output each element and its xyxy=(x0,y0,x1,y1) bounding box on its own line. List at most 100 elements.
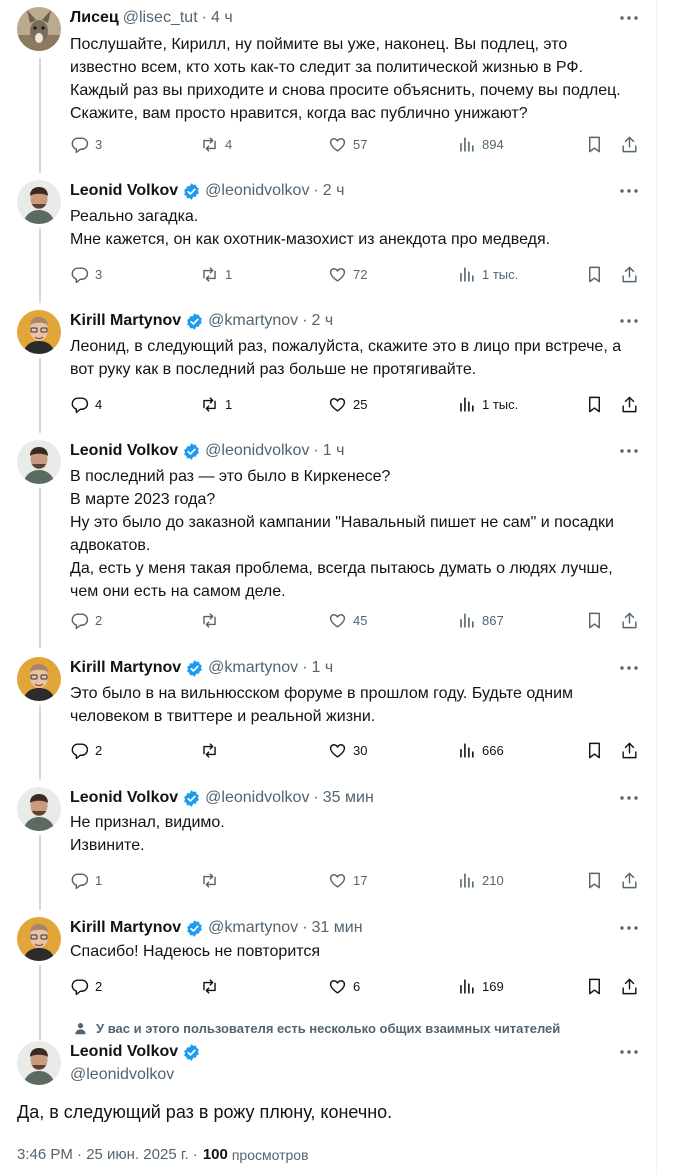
more-icon[interactable] xyxy=(617,1042,641,1062)
main-tweet-timestamp[interactable]: 3:46 PM · 25 июн. 2025 г. · xyxy=(17,1146,198,1163)
share-button[interactable] xyxy=(620,974,639,998)
bookmark-button[interactable] xyxy=(585,738,604,762)
reply-button[interactable]: 2 xyxy=(70,608,102,632)
bookmark-button[interactable] xyxy=(585,262,604,286)
reply-button[interactable]: 4 xyxy=(70,392,102,416)
views-button[interactable]: 210 xyxy=(457,868,504,892)
reply-button[interactable]: 2 xyxy=(70,738,102,762)
tweet-time[interactable]: 4 ч xyxy=(211,9,233,27)
author-handle[interactable]: @leonidvolkov xyxy=(205,442,309,460)
like-button[interactable]: 57 xyxy=(328,132,367,156)
separator-dot: · xyxy=(302,919,308,936)
retweet-button[interactable]: 1 xyxy=(200,262,232,286)
main-author-name[interactable]: Leonid Volkov xyxy=(70,1041,201,1063)
author-name[interactable]: Kirill Martynov xyxy=(70,919,181,937)
author-handle[interactable]: @leonidvolkov xyxy=(205,789,309,807)
author-handle[interactable]: @leonidvolkov xyxy=(205,182,309,200)
verified-badge-icon xyxy=(184,1043,200,1061)
more-icon[interactable] xyxy=(617,181,641,201)
more-icon[interactable] xyxy=(617,658,641,678)
views-icon xyxy=(460,872,474,888)
mutual-followers-text: У вас и этого пользователя есть нескольк… xyxy=(96,1020,561,1036)
conversation-column: Лисец @lisec_tut · 4 ч Послушайте, Кирил… xyxy=(0,0,657,1174)
avatar[interactable] xyxy=(17,180,61,224)
tweet-time[interactable]: 35 мин xyxy=(323,789,374,807)
bookmark-button[interactable] xyxy=(585,608,604,632)
tweet-text-line: адвокатов. xyxy=(70,537,151,554)
like-button[interactable]: 17 xyxy=(328,868,367,892)
reply-button[interactable]: 2 xyxy=(70,974,102,998)
tweet-time[interactable]: 1 ч xyxy=(323,442,345,460)
like-button[interactable]: 30 xyxy=(328,738,367,762)
tweet-time[interactable]: 1 ч xyxy=(312,659,334,677)
reply-button[interactable]: 1 xyxy=(70,868,102,892)
like-button[interactable]: 25 xyxy=(328,392,367,416)
views-button[interactable]: 169 xyxy=(457,974,504,998)
like-button[interactable]: 72 xyxy=(328,262,367,286)
views-button[interactable]: 1 тыс. xyxy=(457,262,518,286)
author-handle[interactable]: @kmartynov xyxy=(208,919,298,937)
author-name[interactable]: Kirill Martynov xyxy=(70,659,181,677)
avatar[interactable] xyxy=(17,657,61,701)
author-name[interactable]: Лисец xyxy=(70,9,119,27)
views-button[interactable]: 666 xyxy=(457,738,504,762)
bookmark-button[interactable] xyxy=(585,974,604,998)
author-name[interactable]: Leonid Volkov xyxy=(70,789,178,807)
tweet-time[interactable]: 31 мин xyxy=(312,919,363,937)
share-button[interactable] xyxy=(620,738,639,762)
like-button[interactable]: 45 xyxy=(328,608,367,632)
verified-badge-icon xyxy=(187,659,203,677)
bookmark-button[interactable] xyxy=(585,392,604,416)
views-button[interactable]: 867 xyxy=(457,608,504,632)
avatar[interactable] xyxy=(17,787,61,831)
tweet-text-line: Мне кажется, он как охотник-мазохист из … xyxy=(70,231,551,248)
more-icon[interactable] xyxy=(617,788,641,808)
tweet-time[interactable]: 2 ч xyxy=(323,182,345,200)
reply-icon xyxy=(71,612,89,629)
like-count: 25 xyxy=(353,396,368,412)
retweet-button[interactable] xyxy=(200,974,225,998)
avatar[interactable] xyxy=(17,310,61,354)
author-name[interactable]: Leonid Volkov xyxy=(70,1043,178,1061)
avatar[interactable] xyxy=(17,1041,61,1085)
tweet-text: В последний раз — это было в Киркенесе? … xyxy=(70,465,640,603)
more-icon[interactable] xyxy=(617,311,641,331)
avatar[interactable] xyxy=(17,440,61,484)
author-name[interactable]: Leonid Volkov xyxy=(70,182,178,200)
retweet-button[interactable]: 1 xyxy=(200,392,232,416)
reply-button[interactable]: 3 xyxy=(70,132,102,156)
avatar[interactable] xyxy=(17,917,61,961)
retweet-button[interactable] xyxy=(200,738,225,762)
share-button[interactable] xyxy=(620,262,639,286)
like-button[interactable]: 6 xyxy=(328,974,360,998)
author-handle[interactable]: @kmartynov xyxy=(208,659,298,677)
bookmark-button[interactable] xyxy=(585,132,604,156)
more-icon[interactable] xyxy=(617,918,641,938)
share-button[interactable] xyxy=(620,868,639,892)
more-icon[interactable] xyxy=(617,441,641,461)
share-button[interactable] xyxy=(620,132,639,156)
retweet-count: 1 xyxy=(225,396,233,412)
bookmark-button[interactable] xyxy=(585,868,604,892)
retweet-button[interactable] xyxy=(200,868,225,892)
author-handle[interactable]: @kmartynov xyxy=(208,312,298,330)
views-icon xyxy=(460,396,474,412)
share-button[interactable] xyxy=(620,392,639,416)
reply-count: 4 xyxy=(95,396,103,412)
share-button[interactable] xyxy=(620,608,639,632)
retweet-button[interactable] xyxy=(200,608,225,632)
author-handle[interactable]: @lisec_tut xyxy=(123,9,198,27)
avatar[interactable] xyxy=(17,7,61,51)
verified-badge-icon xyxy=(184,182,200,200)
main-author-handle[interactable]: @leonidvolkov xyxy=(70,1064,174,1086)
tweet-header: Leonid Volkov @leonidvolkov · 2 ч xyxy=(70,180,344,202)
retweet-button[interactable]: 4 xyxy=(200,132,232,156)
tweet-time[interactable]: 2 ч xyxy=(312,312,334,330)
views-button[interactable]: 894 xyxy=(457,132,504,156)
tweet-text-line: Это было в на вильнюсском форуме в прошл… xyxy=(70,685,573,702)
views-button[interactable]: 1 тыс. xyxy=(457,392,518,416)
author-name[interactable]: Kirill Martynov xyxy=(70,312,181,330)
author-name[interactable]: Leonid Volkov xyxy=(70,442,178,460)
more-icon[interactable] xyxy=(617,8,641,28)
reply-button[interactable]: 3 xyxy=(70,262,102,286)
